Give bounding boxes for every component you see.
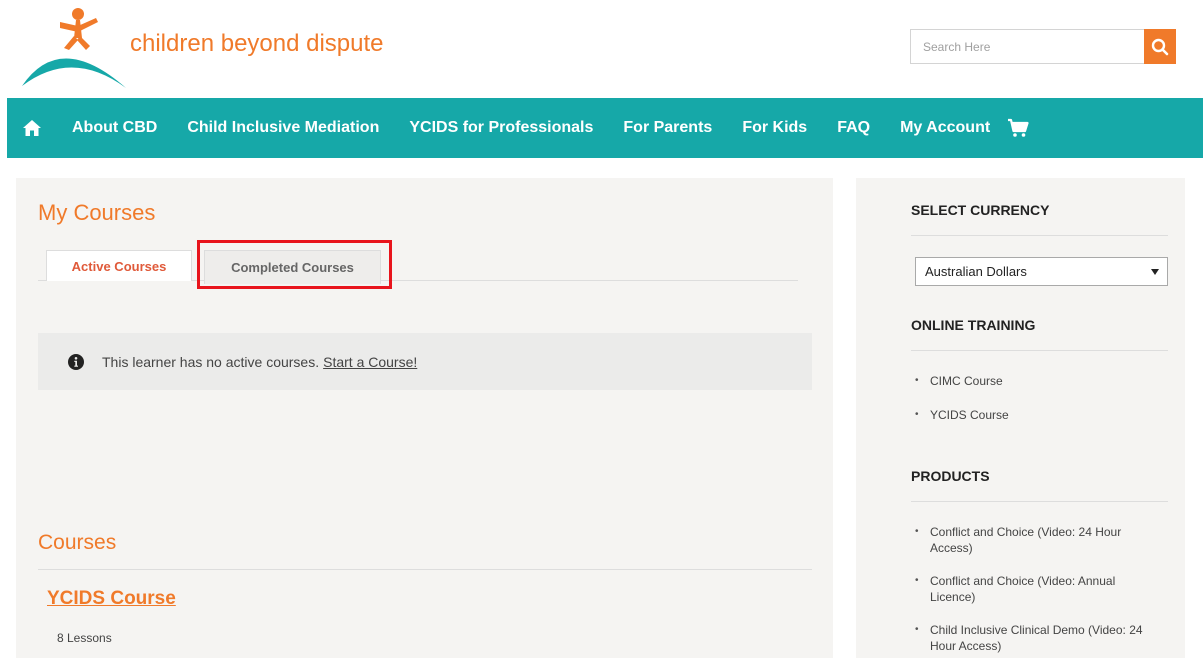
main-content: My Courses Active Courses Completed Cour… — [16, 178, 833, 658]
dropdown-arrow-icon — [1151, 268, 1159, 275]
notice-text: This learner has no active courses. — [102, 353, 320, 370]
search-icon — [1151, 38, 1169, 55]
currency-select[interactable]: Australian Dollars — [915, 257, 1168, 286]
courses-divider — [38, 569, 812, 570]
nav-item-faq[interactable]: FAQ — [822, 98, 885, 158]
products-list: Conflict and Choice (Video: 24 Hour Acce… — [915, 524, 1160, 654]
start-course-link[interactable]: Start a Course! — [323, 354, 417, 370]
currency-divider — [911, 235, 1168, 236]
currency-selected-value: Australian Dollars — [925, 264, 1027, 279]
sidebar-link-product[interactable]: Child Inclusive Clinical Demo (Video: 24… — [915, 622, 1160, 654]
nav-item-about[interactable]: About CBD — [57, 98, 172, 158]
nav-item-child-inclusive-mediation[interactable]: Child Inclusive Mediation — [172, 98, 394, 158]
sidebar-link-cimc[interactable]: CIMC Course — [915, 373, 1009, 389]
tab-active-courses[interactable]: Active Courses — [46, 250, 192, 281]
sidebar-link-product[interactable]: Conflict and Choice (Video: 24 Hour Acce… — [915, 524, 1160, 556]
logo[interactable] — [20, 8, 130, 90]
search-input[interactable] — [910, 29, 1144, 64]
nav-item-kids[interactable]: For Kids — [727, 98, 822, 158]
products-heading: PRODUCTS — [911, 468, 990, 484]
search-button[interactable] — [1144, 29, 1176, 64]
nav-item-parents[interactable]: For Parents — [608, 98, 727, 158]
search-bar — [910, 29, 1176, 64]
info-icon — [68, 353, 84, 370]
info-notice: This learner has no active courses. Star… — [38, 333, 812, 390]
sidebar-link-ycids[interactable]: YCIDS Course — [915, 407, 1009, 423]
course-link[interactable]: YCIDS Course — [47, 588, 176, 610]
courses-heading: Courses — [38, 531, 117, 554]
online-training-divider — [911, 350, 1168, 351]
currency-heading: SELECT CURRENCY — [911, 202, 1050, 218]
nav-item-ycids[interactable]: YCIDS for Professionals — [394, 98, 608, 158]
online-training-heading: ONLINE TRAINING — [911, 317, 1036, 333]
page-title: My Courses — [38, 200, 156, 225]
sidebar-link-product[interactable]: Conflict and Choice (Video: Annual Licen… — [915, 573, 1160, 605]
course-lessons: 8 Lessons — [57, 631, 112, 645]
nav-home[interactable] — [7, 98, 57, 158]
site-header: children beyond dispute — [0, 0, 1203, 98]
main-nav: About CBD Child Inclusive Mediation YCID… — [7, 98, 1203, 158]
nav-cart[interactable] — [1005, 98, 1029, 158]
nav-item-my-account[interactable]: My Account — [885, 98, 1005, 158]
highlight-annotation — [197, 240, 392, 289]
online-training-list: CIMC Course YCIDS Course — [915, 373, 1009, 423]
home-icon — [23, 120, 41, 136]
cart-icon — [1008, 118, 1029, 137]
products-divider — [911, 501, 1168, 502]
brand-name[interactable]: children beyond dispute — [130, 30, 384, 58]
sidebar: SELECT CURRENCY Australian Dollars ONLIN… — [856, 178, 1185, 658]
